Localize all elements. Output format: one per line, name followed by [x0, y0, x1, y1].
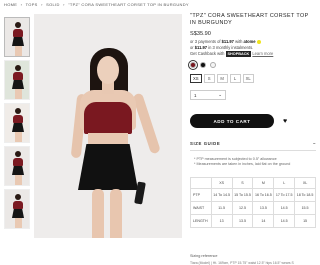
product-thumbnail[interactable]	[4, 17, 30, 57]
divider	[190, 150, 316, 151]
product-info: "TPZ" CORA SWEETHEART CORSET TOP IN BURG…	[188, 13, 316, 265]
breadcrumb-home[interactable]: HOME	[4, 2, 17, 7]
breadcrumb-separator: ›	[20, 2, 23, 7]
size-guide-title: SIZE GUIDE	[190, 141, 221, 146]
product-price: S$35.90	[190, 31, 211, 37]
breadcrumb-current: "TPZ" CORA SWEETHEART CORSET TOP IN BURG…	[68, 2, 189, 7]
size-selector: XS S M L XL	[190, 74, 316, 83]
product-thumbnail[interactable]	[4, 146, 30, 186]
table-row: PTP 14 To 14.5 15 To 15.5 16 To 16.5 17 …	[190, 188, 316, 202]
product-thumbnail[interactable]	[4, 60, 30, 100]
shopback-logo: SHOPBACK	[225, 51, 252, 57]
color-swatches	[188, 60, 316, 70]
color-swatch-burgundy[interactable]	[188, 60, 198, 70]
size-option-xs[interactable]: XS	[190, 74, 202, 83]
breadcrumb-solid[interactable]: SOLID	[46, 2, 60, 7]
breadcrumb-tops[interactable]: TOPS	[26, 2, 38, 7]
color-swatch-black[interactable]	[200, 62, 206, 68]
sizing-reference-text: Tiara (Model) | Ht. 169cm, PTP 15.75" wa…	[190, 261, 294, 265]
size-option-m[interactable]: M	[216, 74, 228, 83]
installment-info: or 3 payments of $11.97 with atome or $1…	[190, 39, 274, 57]
size-option-xl[interactable]: XL	[242, 74, 254, 83]
table-row: WAIST 11.5 12.5 13.5 14.5 15.5	[190, 201, 316, 215]
size-guide-table: XS S M L XL PTP 14 To 14.5 15 To 15.5 16…	[190, 177, 316, 228]
heart-icon[interactable]: ♥	[283, 118, 287, 125]
breadcrumb-separator: ›	[41, 2, 43, 7]
main-product-image[interactable]	[34, 14, 182, 238]
learn-more-link[interactable]: Learn more	[252, 51, 273, 56]
add-to-cart-button[interactable]: ADD TO CART	[190, 114, 274, 128]
quantity-value: 1	[194, 92, 197, 98]
size-option-l[interactable]: L	[229, 74, 241, 83]
table-row: LENGTH 13 13.5 14 14.5 15	[190, 214, 316, 228]
atome-logo: atome	[244, 39, 261, 44]
breadcrumb: HOME › TOPS › SOLID › "TPZ" CORA SWEETHE…	[4, 2, 191, 7]
breadcrumb-separator: ›	[63, 2, 65, 7]
sizing-reference-label: Sizing reference	[190, 254, 218, 258]
size-guide-header[interactable]: SIZE GUIDE −	[190, 141, 316, 146]
size-option-s[interactable]: S	[203, 74, 215, 83]
thumbnail-list	[4, 17, 30, 232]
product-thumbnail[interactable]	[4, 103, 30, 143]
collapse-icon[interactable]: −	[313, 141, 316, 146]
product-thumbnail[interactable]	[4, 189, 30, 229]
quantity-select[interactable]: 1 ⌄	[190, 90, 226, 100]
chevron-down-icon: ⌄	[218, 92, 222, 97]
size-guide-notes: * PTP measurement is subjected to 0.5" a…	[194, 157, 291, 167]
table-header-row: XS S M L XL	[190, 177, 316, 189]
color-swatch-white[interactable]	[210, 62, 216, 68]
product-title: "TPZ" CORA SWEETHEART CORSET TOP IN BURG…	[190, 13, 309, 26]
